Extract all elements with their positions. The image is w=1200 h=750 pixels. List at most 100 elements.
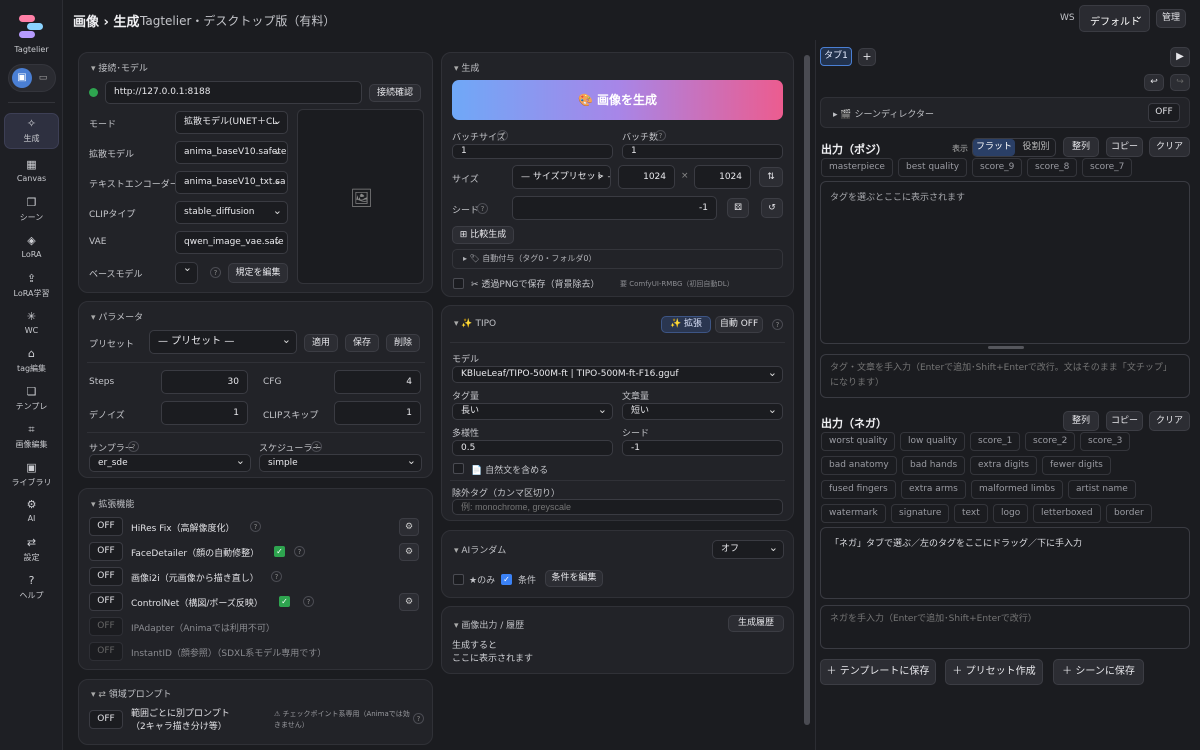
delete-preset-button[interactable]: 削除: [386, 334, 420, 352]
size-preset-select[interactable]: — サイズプリセット —: [512, 165, 611, 189]
transparent-checkbox[interactable]: [453, 278, 464, 289]
tag-chip[interactable]: best quality: [898, 158, 968, 177]
scrollbar-thumb[interactable]: [804, 55, 810, 725]
clip-skip-input[interactable]: 1: [334, 401, 421, 425]
negative-output-area[interactable]: 「ネガ」タブで選ぶ／左のタグをここにドラッグ／下に手入力: [820, 527, 1190, 599]
view-toggle[interactable]: フラット 役割別: [972, 138, 1056, 157]
preset-select[interactable]: — プリセット —: [149, 330, 297, 354]
refresh-icon[interactable]: ↺: [761, 198, 783, 218]
help-icon[interactable]: ?: [128, 441, 139, 452]
tag-chip[interactable]: score_7: [1082, 158, 1133, 177]
help-icon[interactable]: ?: [271, 571, 282, 582]
extension-toggle[interactable]: OFF: [89, 567, 123, 586]
help-icon[interactable]: ?: [497, 130, 508, 141]
extension-toggle[interactable]: OFF: [89, 517, 123, 536]
seed-input[interactable]: -1: [512, 196, 717, 220]
resize-handle[interactable]: [988, 346, 1024, 349]
history-button[interactable]: 生成履歴: [728, 615, 784, 632]
help-icon[interactable]: ?: [210, 267, 221, 278]
diversity-input[interactable]: 0.5: [452, 440, 613, 456]
tag-chip[interactable]: masterpiece: [821, 158, 893, 177]
connection-row-select[interactable]: 拡散モデル(UNET＋CL: [175, 111, 288, 134]
sidebar-item-12[interactable]: ? ヘルプ: [4, 571, 59, 607]
pane-divider[interactable]: [815, 40, 816, 750]
sidebar-item-8[interactable]: ⌗ 画像編集: [4, 420, 59, 456]
tag-chip[interactable]: score_2: [1025, 432, 1076, 451]
tag-chip[interactable]: fused fingers: [821, 480, 896, 499]
tag-chip[interactable]: text: [954, 504, 988, 523]
help-icon[interactable]: ?: [311, 441, 322, 452]
condition-checkbox[interactable]: ✓: [501, 574, 512, 585]
extension-toggle[interactable]: OFF: [89, 592, 123, 611]
create-preset-button[interactable]: ＋ プリセット作成: [945, 659, 1043, 685]
redo-icon[interactable]: ↪: [1170, 74, 1190, 91]
connection-row-select[interactable]: anima_baseV10.safete: [175, 141, 288, 164]
tag-chip[interactable]: worst quality: [821, 432, 896, 451]
tag-chip[interactable]: score_3: [1080, 432, 1131, 451]
auto-tag-toggle[interactable]: ▸ 🏷 自動付与（タグ0・フォルダ0）: [452, 249, 783, 269]
neg-copy-button[interactable]: コピー: [1106, 411, 1143, 431]
sidebar-item-5[interactable]: ✳ WC: [4, 307, 59, 343]
video-mode-icon[interactable]: ▭: [35, 70, 51, 86]
workspace-select[interactable]: デフォルト ⌄: [1079, 5, 1150, 32]
scrollbar-track[interactable]: [804, 55, 810, 725]
tag-chip[interactable]: low quality: [900, 432, 966, 451]
tag-chip[interactable]: bad hands: [902, 456, 966, 475]
ai-random-select[interactable]: オフ: [712, 540, 784, 559]
gear-icon[interactable]: ⚙: [399, 543, 419, 561]
sidebar-item-6[interactable]: ⌂ tag編集: [4, 344, 59, 380]
connection-check-button[interactable]: 接続確認: [369, 84, 421, 102]
tag-amount-select[interactable]: 長い: [452, 403, 613, 420]
help-icon[interactable]: ?: [413, 713, 424, 724]
tag-chip[interactable]: border: [1106, 504, 1152, 523]
tag-chip[interactable]: signature: [891, 504, 950, 523]
scene-director-bar[interactable]: ▸ 🎬 シーンディレクター OFF: [820, 97, 1190, 128]
cfg-input[interactable]: 4: [334, 370, 421, 394]
tag-chip[interactable]: extra digits: [970, 456, 1037, 475]
tipo-expand-button[interactable]: ✨ 拡張: [661, 316, 711, 333]
help-icon[interactable]: ?: [477, 203, 488, 214]
batch-size-input[interactable]: 1: [452, 144, 613, 159]
sidebar-item-3[interactable]: ◈ LoRA: [4, 231, 59, 267]
tag-chip[interactable]: score_8: [1027, 158, 1078, 177]
help-icon[interactable]: ?: [772, 319, 783, 330]
compare-generate-button[interactable]: ⊞ 比較生成: [452, 226, 514, 244]
positive-output-area[interactable]: タグを選ぶとここに表示されます: [820, 181, 1190, 344]
swap-size-button[interactable]: ⇅: [759, 167, 783, 187]
tag-chip[interactable]: artist name: [1068, 480, 1136, 499]
negative-input[interactable]: [820, 605, 1190, 649]
steps-input[interactable]: 30: [161, 370, 248, 394]
sidebar-item-11[interactable]: ⇄ 設定: [4, 533, 59, 569]
extension-toggle[interactable]: OFF: [89, 617, 123, 636]
tipo-auto-toggle[interactable]: 自動 OFF: [715, 316, 763, 333]
tag-chip[interactable]: watermark: [821, 504, 886, 523]
tipo-seed-input[interactable]: -1: [622, 440, 783, 456]
play-icon[interactable]: ▶: [1170, 47, 1190, 67]
sidebar-item-0[interactable]: ✧ 生成: [4, 113, 59, 149]
scheduler-select[interactable]: simple: [259, 454, 422, 472]
help-icon[interactable]: ?: [250, 521, 261, 532]
sidebar-item-7[interactable]: ❏ テンプレ: [4, 382, 59, 418]
tag-chip[interactable]: extra arms: [901, 480, 966, 499]
save-preset-button[interactable]: 保存: [345, 334, 379, 352]
extension-toggle[interactable]: OFF: [89, 542, 123, 561]
tag-chip[interactable]: malformed limbs: [971, 480, 1064, 499]
image-mode-icon[interactable]: ▣: [12, 68, 32, 88]
denoise-input[interactable]: 1: [161, 401, 248, 425]
tag-chip[interactable]: score_1: [970, 432, 1021, 451]
neg-sort-button[interactable]: 整列: [1063, 411, 1099, 431]
help-icon[interactable]: ?: [294, 546, 305, 557]
pos-sort-button[interactable]: 整列: [1063, 137, 1099, 157]
sidebar-item-1[interactable]: ▦ Canvas: [4, 155, 59, 191]
base-model-select[interactable]: [175, 262, 198, 284]
help-icon[interactable]: ?: [303, 596, 314, 607]
mode-toggle[interactable]: ▣ ▭: [8, 64, 56, 92]
sidebar-item-10[interactable]: ⚙ AI: [4, 495, 59, 531]
sidebar-item-9[interactable]: ▣ ライブラリ: [4, 458, 59, 494]
exclude-tags-input[interactable]: [452, 499, 783, 515]
star-only-checkbox[interactable]: [453, 574, 464, 585]
undo-icon[interactable]: ↩: [1144, 74, 1164, 91]
tag-chip[interactable]: letterboxed: [1033, 504, 1101, 523]
sidebar-item-2[interactable]: ❐ シーン: [4, 193, 59, 229]
dice-icon[interactable]: ⚄: [727, 198, 749, 218]
